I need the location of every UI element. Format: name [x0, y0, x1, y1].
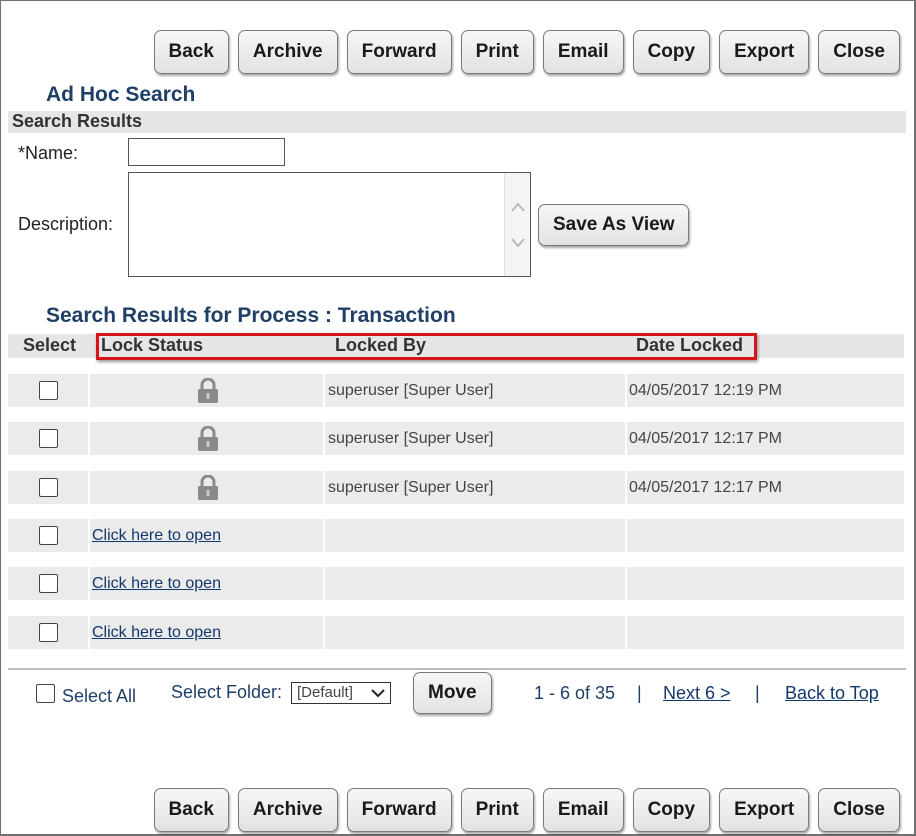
select-all-label[interactable]: Select All	[62, 686, 136, 707]
back-button[interactable]: Back	[153, 30, 229, 74]
select-cell	[8, 519, 88, 552]
description-scrollbar[interactable]	[504, 173, 530, 276]
close-button[interactable]: Close	[818, 30, 900, 74]
forward-button[interactable]: Forward	[346, 30, 452, 74]
chevron-down-icon[interactable]	[511, 235, 525, 249]
table-row: Click here to open	[8, 616, 904, 649]
table-row: superuser [Super User] 04/05/2017 12:17 …	[8, 422, 904, 455]
pagination-separator: |	[755, 683, 760, 703]
date-locked-cell	[627, 519, 904, 552]
table-row: Click here to open	[8, 519, 904, 552]
locked-by-cell: superuser [Super User]	[325, 422, 625, 455]
date-locked-cell	[627, 567, 904, 600]
header-locked-by[interactable]: Locked By	[335, 335, 426, 356]
bottom-toolbar: Back Archive Forward Print Email Copy Ex…	[145, 788, 900, 832]
lock-status-cell	[90, 471, 323, 504]
lock-icon	[198, 475, 218, 500]
description-field[interactable]	[128, 172, 531, 277]
row-checkbox[interactable]	[39, 381, 58, 400]
copy-button[interactable]: Copy	[632, 30, 711, 74]
table-header: Select Lock Status Locked By Date Locked	[8, 334, 904, 358]
export-button[interactable]: Export	[719, 788, 810, 832]
back-button[interactable]: Back	[153, 788, 229, 832]
chevron-down-icon	[371, 689, 385, 698]
row-checkbox[interactable]	[39, 429, 58, 448]
open-record-link[interactable]: Click here to open	[92, 567, 221, 600]
header-select: Select	[23, 335, 77, 355]
next-page-link[interactable]: Next 6 >	[663, 683, 731, 704]
header-date-locked[interactable]: Date Locked	[636, 335, 743, 356]
move-button[interactable]: Move	[413, 672, 492, 714]
open-record-link[interactable]: Click here to open	[92, 519, 221, 552]
date-locked-cell: 04/05/2017 12:17 PM	[627, 471, 904, 504]
export-button[interactable]: Export	[719, 30, 810, 74]
pagination-range: 1 - 6 of 35	[534, 683, 616, 703]
lock-status-cell: Click here to open	[90, 519, 323, 552]
select-cell	[8, 422, 88, 455]
date-locked-cell: 04/05/2017 12:17 PM	[627, 422, 904, 455]
archive-button[interactable]: Archive	[237, 30, 338, 74]
name-field[interactable]	[128, 138, 285, 166]
select-cell	[8, 471, 88, 504]
locked-by-cell	[325, 567, 625, 600]
select-all-checkbox[interactable]	[36, 684, 55, 703]
lock-icon	[198, 378, 218, 403]
archive-button[interactable]: Archive	[237, 788, 338, 832]
open-record-link[interactable]: Click here to open	[92, 616, 221, 649]
date-locked-cell: 04/05/2017 12:19 PM	[627, 374, 904, 407]
header-lock-status[interactable]: Lock Status	[101, 335, 203, 356]
pagination-separator: |	[637, 683, 642, 703]
folder-select-value: [Default]	[297, 684, 353, 701]
top-toolbar: Back Archive Forward Print Email Copy Ex…	[145, 30, 900, 74]
locked-by-cell: superuser [Super User]	[325, 471, 625, 504]
row-checkbox[interactable]	[39, 526, 58, 545]
save-as-view-button[interactable]: Save As View	[538, 204, 690, 246]
folder-select[interactable]: [Default]	[291, 682, 391, 704]
lock-status-cell: Click here to open	[90, 616, 323, 649]
lock-status-cell	[90, 422, 323, 455]
name-label: *Name:	[18, 143, 79, 163]
email-button[interactable]: Email	[542, 30, 624, 74]
table-row: Click here to open	[8, 567, 904, 600]
table-row: superuser [Super User] 04/05/2017 12:17 …	[8, 471, 904, 504]
row-checkbox[interactable]	[39, 623, 58, 642]
select-cell	[8, 374, 88, 407]
lock-icon	[198, 426, 218, 451]
page-title: Ad Hoc Search	[46, 83, 196, 106]
select-cell	[8, 567, 88, 600]
row-checkbox[interactable]	[39, 478, 58, 497]
forward-button[interactable]: Forward	[346, 788, 452, 832]
close-button[interactable]: Close	[818, 788, 900, 832]
select-folder-label: Select Folder:	[171, 682, 283, 702]
copy-button[interactable]: Copy	[632, 788, 711, 832]
print-button[interactable]: Print	[460, 788, 534, 832]
lock-status-cell: Click here to open	[90, 567, 323, 600]
locked-by-cell	[325, 519, 625, 552]
date-locked-cell	[627, 616, 904, 649]
chevron-up-icon[interactable]	[511, 201, 525, 215]
results-title: Search Results for Process : Transaction	[46, 304, 456, 327]
table-row: superuser [Super User] 04/05/2017 12:19 …	[8, 374, 904, 407]
lock-status-cell	[90, 374, 323, 407]
print-button[interactable]: Print	[460, 30, 534, 74]
description-label: Description:	[18, 214, 114, 234]
table-footer-divider	[8, 668, 906, 670]
locked-by-cell	[325, 616, 625, 649]
section-header: Search Results	[8, 111, 906, 133]
select-cell	[8, 616, 88, 649]
row-checkbox[interactable]	[39, 574, 58, 593]
locked-by-cell: superuser [Super User]	[325, 374, 625, 407]
back-to-top-link[interactable]: Back to Top	[785, 683, 879, 704]
email-button[interactable]: Email	[542, 788, 624, 832]
